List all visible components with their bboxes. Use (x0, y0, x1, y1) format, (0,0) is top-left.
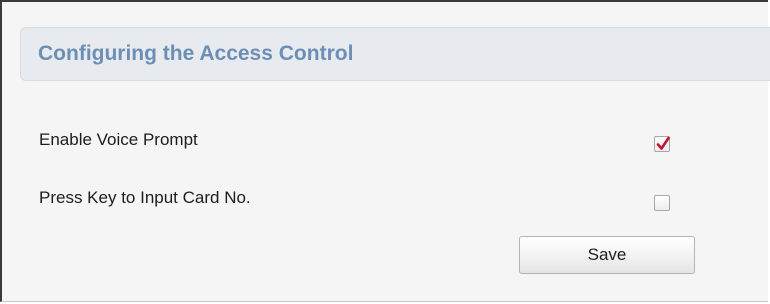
enable-voice-prompt-checkbox[interactable] (654, 136, 670, 152)
panel-header: Configuring the Access Control (20, 27, 770, 81)
enable-voice-prompt-label: Enable Voice Prompt (39, 130, 198, 149)
save-button[interactable]: Save (519, 236, 695, 274)
access-control-panel: Configuring the Access Control Enable Vo… (0, 0, 770, 302)
press-key-input-card-checkbox[interactable] (654, 195, 670, 211)
press-key-input-card-label: Press Key to Input Card No. (39, 188, 251, 207)
page-title: Configuring the Access Control (38, 42, 354, 65)
checkmark-icon (656, 136, 670, 150)
